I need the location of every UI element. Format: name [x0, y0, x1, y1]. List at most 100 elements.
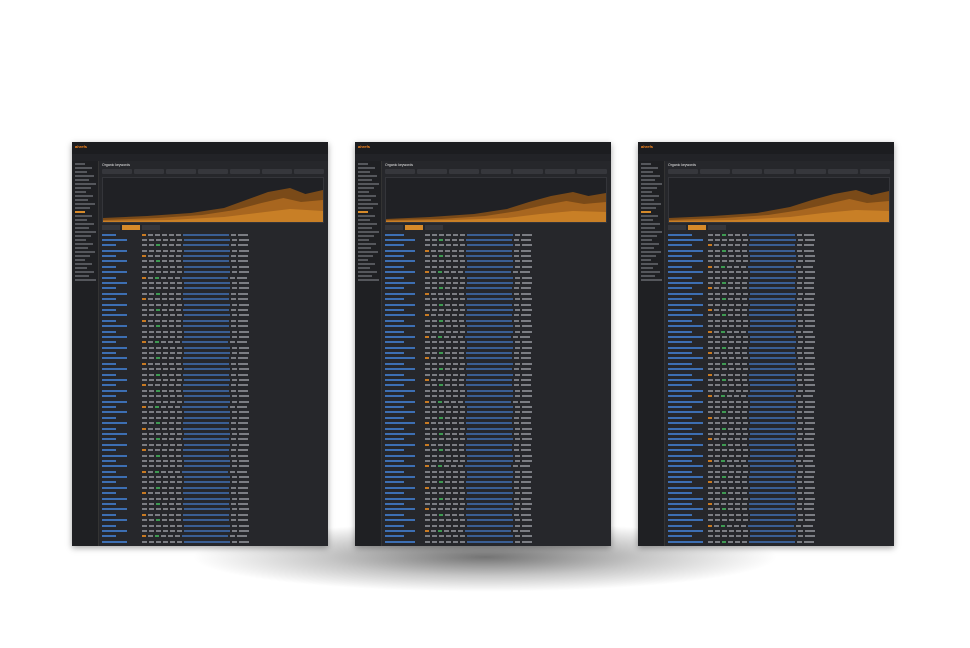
table-row[interactable] [668, 325, 890, 328]
sidebar-item[interactable] [75, 231, 96, 233]
table-row[interactable] [668, 416, 890, 419]
table-row[interactable] [668, 389, 890, 392]
table-row[interactable] [668, 481, 890, 484]
table-row[interactable] [102, 416, 324, 419]
sidebar-item[interactable] [358, 215, 375, 217]
table-row[interactable] [668, 308, 890, 311]
table-row[interactable] [668, 513, 890, 516]
sidebar-item[interactable] [641, 215, 658, 217]
table-row[interactable] [102, 314, 324, 317]
sidebar-item[interactable] [358, 163, 368, 165]
sidebar-item[interactable] [641, 167, 658, 169]
table-row[interactable] [668, 459, 890, 462]
sidebar-item[interactable] [358, 259, 368, 261]
table-row[interactable] [668, 249, 890, 252]
table-row[interactable] [102, 476, 324, 479]
sidebar-item[interactable] [75, 171, 87, 173]
sidebar-item[interactable] [75, 267, 87, 269]
table-row[interactable] [385, 368, 607, 371]
sidebar-item[interactable] [641, 243, 659, 245]
table-row[interactable] [385, 384, 607, 387]
sidebar-item[interactable] [358, 243, 376, 245]
table-row[interactable] [102, 492, 324, 495]
table-row[interactable] [668, 303, 890, 306]
table-row[interactable] [385, 244, 607, 247]
sidebar-item[interactable] [641, 191, 652, 193]
table-row[interactable] [668, 298, 890, 301]
tab[interactable] [385, 225, 403, 230]
tab[interactable] [425, 225, 443, 230]
table-row[interactable] [385, 303, 607, 306]
tab[interactable] [668, 225, 686, 230]
sidebar-item[interactable] [641, 263, 658, 265]
sidebar-item[interactable] [75, 187, 91, 189]
table-row[interactable] [385, 476, 607, 479]
table-row[interactable] [102, 368, 324, 371]
table-row[interactable] [668, 368, 890, 371]
sidebar-item[interactable] [641, 239, 652, 241]
table-row[interactable] [385, 325, 607, 328]
tab[interactable] [708, 225, 726, 230]
table-row[interactable] [668, 352, 890, 355]
sidebar-item[interactable] [641, 255, 656, 257]
table-row[interactable] [668, 260, 890, 263]
sidebar-item[interactable] [641, 279, 662, 281]
table-row[interactable] [102, 406, 324, 409]
table-row[interactable] [102, 362, 324, 365]
table-row[interactable] [668, 271, 890, 274]
table-row[interactable] [385, 346, 607, 349]
table-row[interactable] [668, 330, 890, 333]
table-row[interactable] [385, 540, 607, 543]
table-row[interactable] [102, 524, 324, 527]
sidebar-item[interactable] [75, 195, 93, 197]
table-row[interactable] [668, 341, 890, 344]
table-row[interactable] [102, 276, 324, 279]
table-row[interactable] [102, 282, 324, 285]
sidebar-item[interactable] [75, 243, 93, 245]
table-row[interactable] [102, 497, 324, 500]
table-row[interactable] [385, 486, 607, 489]
sidebar-item[interactable] [75, 215, 92, 217]
sidebar-item[interactable] [358, 179, 372, 181]
table-row[interactable] [385, 465, 607, 468]
table-row[interactable] [102, 519, 324, 522]
table-row[interactable] [385, 314, 607, 317]
table-row[interactable] [102, 379, 324, 382]
sidebar-item[interactable] [641, 199, 654, 201]
sidebar-item[interactable] [641, 195, 659, 197]
table-row[interactable] [102, 265, 324, 268]
table-row[interactable] [385, 373, 607, 376]
table-row[interactable] [385, 432, 607, 435]
sidebar-item[interactable] [358, 203, 378, 205]
table-row[interactable] [102, 422, 324, 425]
table-row[interactable] [102, 513, 324, 516]
table-row[interactable] [385, 308, 607, 311]
sidebar-item[interactable] [641, 275, 655, 277]
table-row[interactable] [102, 529, 324, 532]
sidebar-item[interactable] [75, 279, 96, 281]
sidebar-item[interactable] [75, 207, 90, 209]
sidebar-item[interactable] [641, 231, 662, 233]
table-row[interactable] [385, 503, 607, 506]
table-row[interactable] [668, 406, 890, 409]
table-row[interactable] [385, 400, 607, 403]
sidebar-item[interactable] [641, 171, 653, 173]
table-row[interactable] [102, 271, 324, 274]
table-row[interactable] [385, 513, 607, 516]
table-row[interactable] [385, 449, 607, 452]
table-row[interactable] [668, 497, 890, 500]
sidebar-item[interactable] [641, 259, 651, 261]
sidebar-item[interactable] [641, 163, 651, 165]
table-row[interactable] [385, 341, 607, 344]
sidebar-item[interactable] [75, 275, 89, 277]
table-row[interactable] [102, 470, 324, 473]
table-row[interactable] [102, 438, 324, 441]
table-row[interactable] [668, 422, 890, 425]
table-row[interactable] [385, 406, 607, 409]
table-row[interactable] [102, 465, 324, 468]
table-row[interactable] [385, 379, 607, 382]
sidebar-item[interactable] [641, 207, 656, 209]
table-row[interactable] [668, 233, 890, 236]
table-row[interactable] [385, 427, 607, 430]
sidebar-item[interactable] [75, 227, 89, 229]
